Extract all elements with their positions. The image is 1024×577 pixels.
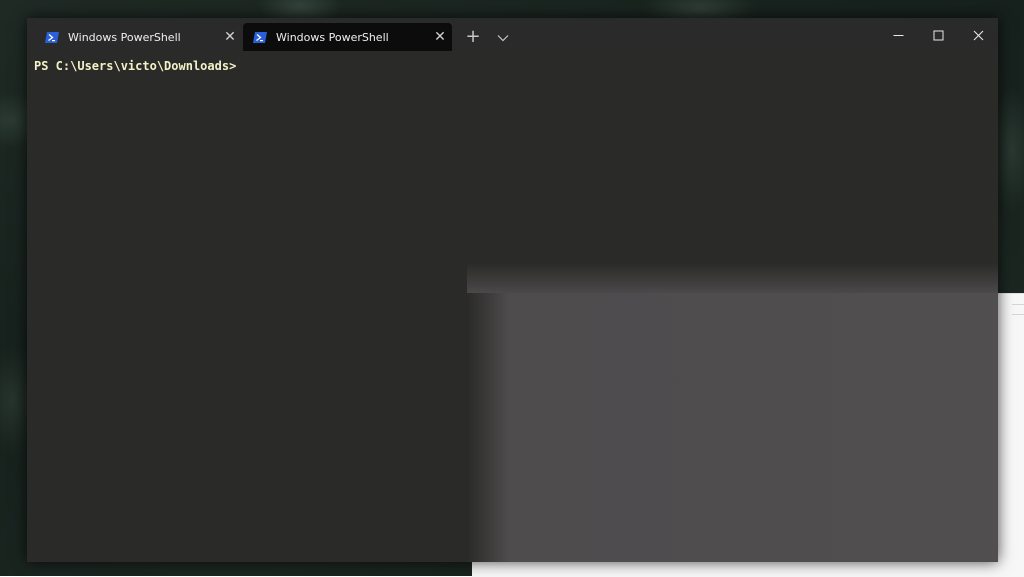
new-tab-button[interactable]: + [459,23,487,51]
tab-powershell-1[interactable]: Windows PowerShell ✕ [35,23,242,51]
prompt-text: PS C:\Users\victo\Downloads> [34,59,237,73]
tab-label: Windows PowerShell [68,30,181,44]
title-bar[interactable]: Windows PowerShell ✕ Windows PowerShell … [27,18,998,51]
powershell-icon [253,31,267,43]
chevron-down-icon [497,34,509,41]
tab-powershell-2[interactable]: Windows PowerShell ✕ [243,23,452,51]
tab-close-button[interactable]: ✕ [428,23,452,51]
close-window-button[interactable] [957,18,999,51]
tab-close-button[interactable]: ✕ [218,23,242,51]
maximize-icon [933,30,943,41]
new-tab-dropdown-button[interactable] [489,23,517,51]
console-area[interactable]: PS C:\Users\victo\Downloads> [27,51,998,562]
close-icon [973,30,983,41]
background-window-divider [1012,314,1024,315]
maximize-button[interactable] [917,18,959,51]
tab-label: Windows PowerShell [276,30,389,44]
minimize-icon [893,35,903,36]
prompt-line: PS C:\Users\victo\Downloads> [34,59,243,73]
terminal-window: Windows PowerShell ✕ Windows PowerShell … [27,18,998,562]
background-window-divider [1012,304,1024,305]
powershell-icon [45,31,59,43]
text-cursor [236,59,243,72]
acrylic-backdrop [467,263,998,562]
minimize-button[interactable] [877,18,919,51]
